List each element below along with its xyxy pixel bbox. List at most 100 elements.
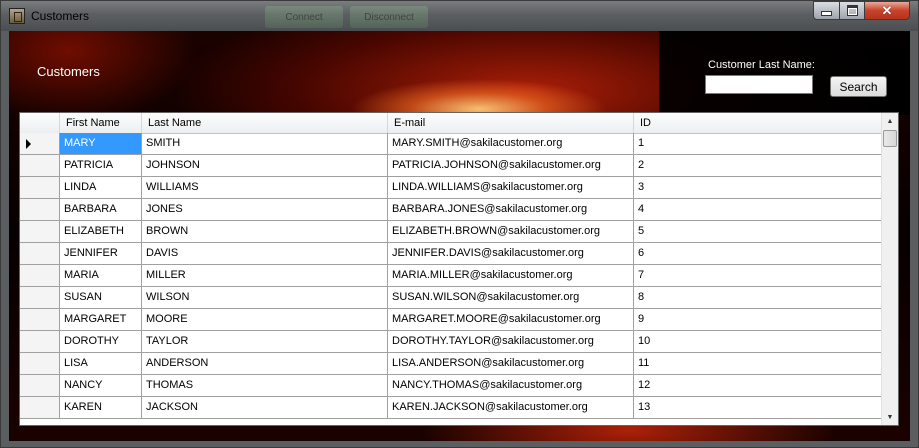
table-row[interactable]: KAREN JACKSON KAREN.JACKSON@sakilacustomer… [20,397,882,419]
cell-last-name[interactable]: WILLIAMS [142,177,388,199]
row-header[interactable] [20,243,60,265]
cell-id[interactable]: 9 [634,309,882,331]
row-header[interactable] [20,199,60,221]
row-header[interactable] [20,309,60,331]
cell-last-name[interactable]: ANDERSON [142,353,388,375]
cell-id[interactable]: 1 [634,133,882,155]
search-button[interactable]: Search [830,76,887,97]
table-row[interactable]: MARY SMITH MARY.SMITH@sakilacustomer.org 1 [20,133,882,155]
cell-email[interactable]: MARY.SMITH@sakilacustomer.org [388,133,634,155]
cell-id[interactable]: 10 [634,331,882,353]
cell-id[interactable]: 13 [634,397,882,419]
close-button[interactable]: ✕ [865,1,910,20]
cell-first-name[interactable]: SUSAN [60,287,142,309]
row-header[interactable] [20,221,60,243]
column-header-id[interactable]: ID [634,113,882,133]
cell-last-name[interactable]: BROWN [142,221,388,243]
table-row[interactable]: PATRICIA JOHNSON PATRICIA.JOHNSON@sakilacu… [20,155,882,177]
table-row[interactable]: LINDA WILLIAMS LINDA.WILLIAMS@sakilacustom… [20,177,882,199]
scrollbar-thumb[interactable] [883,130,897,147]
table-row[interactable]: BARBARA JONES BARBARA.JONES@sakilacustomer… [20,199,882,221]
cell-first-name[interactable]: JENNIFER [60,243,142,265]
cell-last-name[interactable]: SMITH [142,133,388,155]
cell-last-name[interactable]: MILLER [142,265,388,287]
cell-email[interactable]: PATRICIA.JOHNSON@sakilacustomer.org [388,155,634,177]
customers-grid[interactable]: First Name Last Name E-mail ID MARY SMITH… [19,112,899,426]
row-header[interactable] [20,331,60,353]
last-name-search-input[interactable] [705,75,813,94]
row-header[interactable] [20,133,60,155]
cell-email[interactable]: SUSAN.WILSON@sakilacustomer.org [388,287,634,309]
cell-id[interactable]: 2 [634,155,882,177]
row-header[interactable] [20,353,60,375]
cell-email[interactable]: ELIZABETH.BROWN@sakilacustomer.org [388,221,634,243]
table-row[interactable]: ELIZABETH BROWN ELIZABETH.BROWN@sakilacust… [20,221,882,243]
cell-first-name[interactable]: KAREN [60,397,142,419]
grid-header: First Name Last Name E-mail ID [20,113,882,134]
cell-first-name[interactable]: MARIA [60,265,142,287]
cell-id[interactable]: 6 [634,243,882,265]
cell-last-name[interactable]: JONES [142,199,388,221]
cell-last-name[interactable]: WILSON [142,287,388,309]
vertical-scrollbar[interactable]: ▲ ▼ [881,113,898,425]
cell-first-name[interactable]: MARY [60,133,142,155]
cell-first-name[interactable]: LISA [60,353,142,375]
cell-first-name[interactable]: ELIZABETH [60,221,142,243]
cell-email[interactable]: KAREN.JACKSON@sakilacustomer.org [388,397,634,419]
cell-id[interactable]: 3 [634,177,882,199]
row-header[interactable] [20,177,60,199]
row-header[interactable] [20,375,60,397]
cell-id[interactable]: 7 [634,265,882,287]
table-row[interactable]: LISA ANDERSON LISA.ANDERSON@sakilacustomer… [20,353,882,375]
cell-last-name[interactable]: THOMAS [142,375,388,397]
row-header[interactable] [20,155,60,177]
cell-id[interactable]: 8 [634,287,882,309]
cell-last-name[interactable]: JACKSON [142,397,388,419]
scroll-down-icon[interactable]: ▼ [882,409,898,425]
cell-first-name[interactable]: MARGARET [60,309,142,331]
window-title: Customers [31,9,90,23]
title-bar[interactable]: Customers Connect Disconnect ✕ [1,1,918,31]
connect-button[interactable]: Connect [265,6,343,28]
table-row[interactable]: JENNIFER DAVIS JENNIFER.DAVIS@sakilacustom… [20,243,882,265]
row-header[interactable] [20,265,60,287]
row-header[interactable] [20,287,60,309]
cell-email[interactable]: MARIA.MILLER@sakilacustomer.org [388,265,634,287]
cell-first-name[interactable]: BARBARA [60,199,142,221]
header-corner[interactable] [20,113,60,133]
column-header-email[interactable]: E-mail [388,113,634,133]
table-row[interactable]: MARIA MILLER MARIA.MILLER@sakilacustomer.o… [20,265,882,287]
table-row[interactable]: DOROTHY TAYLOR DOROTHY.TAYLOR@sakilacustom… [20,331,882,353]
cell-id[interactable]: 12 [634,375,882,397]
cell-first-name[interactable]: NANCY [60,375,142,397]
cell-email[interactable]: LINDA.WILLIAMS@sakilacustomer.org [388,177,634,199]
disconnect-button[interactable]: Disconnect [350,6,428,28]
cell-email[interactable]: MARGARET.MOORE@sakilacustomer.org [388,309,634,331]
cell-first-name[interactable]: PATRICIA [60,155,142,177]
table-row[interactable]: NANCY THOMAS NANCY.THOMAS@sakilacustomer.o… [20,375,882,397]
maximize-button[interactable] [840,1,865,20]
cell-id[interactable]: 5 [634,221,882,243]
cell-id[interactable]: 4 [634,199,882,221]
table-row[interactable]: SUSAN WILSON SUSAN.WILSON@sakilacustomer.o… [20,287,882,309]
cell-id[interactable]: 11 [634,353,882,375]
cell-email[interactable]: LISA.ANDERSON@sakilacustomer.org [388,353,634,375]
column-header-last-name[interactable]: Last Name [142,113,388,133]
page-title: Customers [37,64,100,79]
cell-last-name[interactable]: MOORE [142,309,388,331]
cell-email[interactable]: JENNIFER.DAVIS@sakilacustomer.org [388,243,634,265]
app-icon[interactable] [9,8,25,24]
cell-first-name[interactable]: DOROTHY [60,331,142,353]
cell-email[interactable]: BARBARA.JONES@sakilacustomer.org [388,199,634,221]
row-header[interactable] [20,397,60,419]
scroll-up-icon[interactable]: ▲ [882,113,898,129]
cell-email[interactable]: NANCY.THOMAS@sakilacustomer.org [388,375,634,397]
cell-last-name[interactable]: TAYLOR [142,331,388,353]
minimize-button[interactable] [813,1,840,20]
cell-last-name[interactable]: DAVIS [142,243,388,265]
column-header-first-name[interactable]: First Name [60,113,142,133]
table-row[interactable]: MARGARET MOORE MARGARET.MOORE@sakilacustom… [20,309,882,331]
cell-last-name[interactable]: JOHNSON [142,155,388,177]
cell-email[interactable]: DOROTHY.TAYLOR@sakilacustomer.org [388,331,634,353]
cell-first-name[interactable]: LINDA [60,177,142,199]
